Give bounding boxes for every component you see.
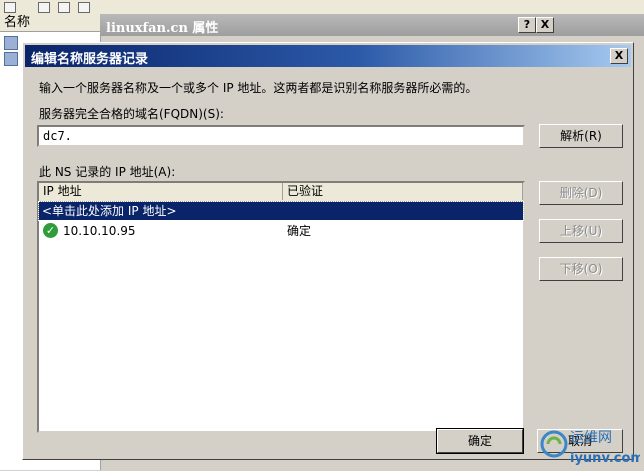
background-toolbar: [0, 0, 644, 15]
list-header-name[interactable]: 名称: [0, 14, 100, 32]
tree-node-icon[interactable]: [4, 36, 18, 50]
dialog-description: 输入一个服务器名称及一个或多个 IP 地址。这两者都是识别名称服务器所必需的。: [39, 81, 478, 95]
column-header-verified[interactable]: 已验证: [283, 183, 523, 200]
check-icon: ✓: [43, 223, 58, 238]
toolbar-icon[interactable]: [58, 2, 70, 13]
dialog-title: 编辑名称服务器记录: [31, 52, 149, 67]
column-header-ip[interactable]: IP 地址: [39, 183, 283, 200]
add-ip-placeholder-row[interactable]: <单击此处添加 IP 地址>: [38, 201, 524, 221]
watermark-text-url: iyunv.com: [570, 451, 640, 466]
background-window-titlebar: linuxfan.cn 属性 ? X: [100, 14, 644, 36]
toolbar-icon[interactable]: [38, 2, 50, 13]
help-button[interactable]: ?: [518, 17, 536, 33]
list-header: IP 地址 已验证: [39, 183, 523, 202]
tree-node-icon[interactable]: [4, 52, 18, 66]
dialog-titlebar: 编辑名称服务器记录 X: [25, 45, 631, 67]
move-down-button[interactable]: 下移(O): [539, 257, 623, 281]
ip-address-list[interactable]: IP 地址 已验证 <单击此处添加 IP 地址> ✓ 10.10.10.95 确…: [37, 181, 525, 433]
toolbar-icon[interactable]: [4, 2, 16, 13]
resolve-button[interactable]: 解析(R): [539, 124, 623, 148]
toolbar-icon[interactable]: [78, 2, 90, 13]
add-ip-placeholder-text: <单击此处添加 IP 地址>: [42, 204, 177, 218]
watermark-logo: 运维网 iyunv.com: [540, 424, 644, 468]
edit-name-server-dialog: 编辑名称服务器记录 X 输入一个服务器名称及一个或多个 IP 地址。这两者都是识…: [22, 42, 634, 460]
delete-button[interactable]: 删除(D): [539, 181, 623, 205]
table-row[interactable]: ✓ 10.10.10.95 确定: [39, 222, 523, 240]
fqdn-label: 服务器完全合格的域名(FQDN)(S):: [39, 107, 224, 121]
fqdn-input[interactable]: [37, 125, 525, 147]
close-icon[interactable]: X: [610, 48, 628, 64]
watermark-logo-icon: 运维网 iyunv.com: [540, 430, 644, 466]
close-icon[interactable]: X: [536, 17, 554, 33]
ip-cell: 10.10.10.95: [63, 224, 136, 238]
verified-cell: 确定: [287, 224, 312, 238]
ok-button[interactable]: 确定: [436, 428, 524, 454]
watermark-text-cn: 运维网: [570, 430, 612, 446]
background-window-title: linuxfan.cn 属性: [106, 21, 219, 36]
ip-list-label: 此 NS 记录的 IP 地址(A):: [39, 165, 176, 179]
move-up-button[interactable]: 上移(U): [539, 219, 623, 243]
